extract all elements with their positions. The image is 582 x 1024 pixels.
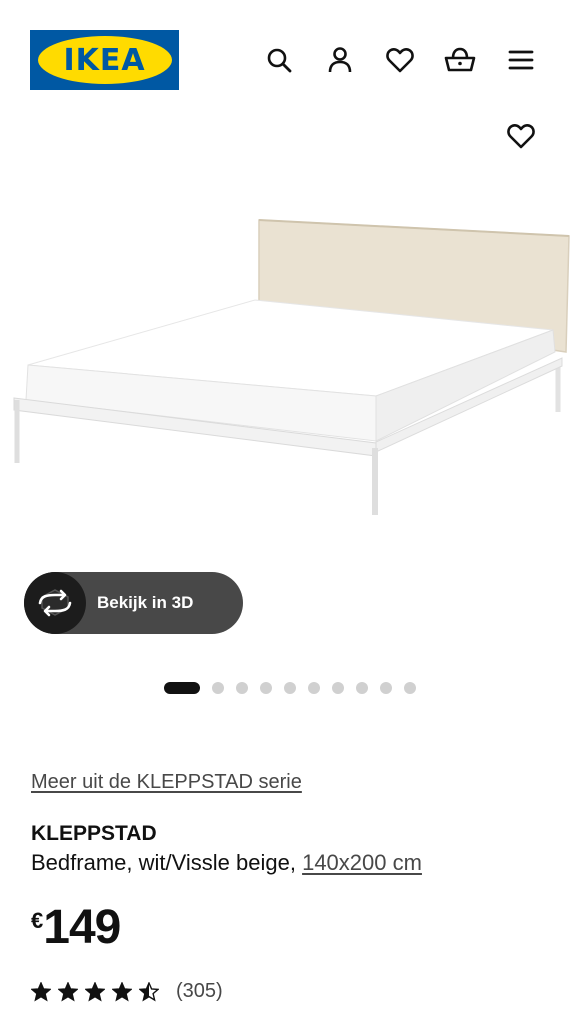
carousel-dot[interactable] <box>212 682 224 694</box>
carousel-dot[interactable] <box>260 682 272 694</box>
rating-count: (305) <box>176 980 223 1002</box>
3d-rotate-icon <box>24 572 86 634</box>
size-link[interactable]: 140x200 cm <box>302 850 422 875</box>
view-in-3d-button[interactable]: Bekijk in 3D <box>24 572 243 634</box>
series-link[interactable]: Meer uit de KLEPPSTAD serie <box>31 771 302 794</box>
carousel-dot-active[interactable] <box>164 682 200 694</box>
star-half-icon <box>139 981 159 1001</box>
heart-icon[interactable] <box>382 42 418 78</box>
carousel-dot[interactable] <box>404 682 416 694</box>
logo-text: IKEA <box>63 42 146 78</box>
star-full-icon <box>31 981 51 1001</box>
price-currency: € <box>31 908 44 933</box>
menu-icon[interactable] <box>503 42 539 78</box>
product-price: € 149 <box>31 900 121 956</box>
header: IKEA <box>0 0 582 110</box>
star-full-icon <box>85 981 105 1001</box>
product-description-text: Bedframe, wit/Vissle beige, <box>31 850 296 875</box>
product-image[interactable] <box>0 160 582 540</box>
star-full-icon <box>58 981 78 1001</box>
carousel-dot[interactable] <box>380 682 392 694</box>
star-full-icon <box>112 981 132 1001</box>
image-carousel-indicator <box>164 682 428 694</box>
favorite-heart-icon[interactable] <box>503 118 539 154</box>
carousel-dot[interactable] <box>284 682 296 694</box>
user-icon[interactable] <box>322 42 358 78</box>
carousel-dot[interactable] <box>332 682 344 694</box>
logo-oval: IKEA <box>37 36 172 84</box>
carousel-dot[interactable] <box>356 682 368 694</box>
carousel-dot[interactable] <box>308 682 320 694</box>
search-icon[interactable] <box>261 42 297 78</box>
carousel-dot[interactable] <box>236 682 248 694</box>
product-description: Bedframe, wit/Vissle beige, 140x200 cm <box>31 850 422 876</box>
ikea-logo[interactable]: IKEA <box>30 30 179 90</box>
product-rating[interactable]: (305) <box>31 980 223 1003</box>
rating-stars <box>31 981 166 1002</box>
basket-icon[interactable] <box>442 42 478 78</box>
view-in-3d-label: Bekijk in 3D <box>97 593 194 612</box>
product-name: KLEPPSTAD <box>31 822 157 845</box>
price-value: 149 <box>43 901 121 954</box>
